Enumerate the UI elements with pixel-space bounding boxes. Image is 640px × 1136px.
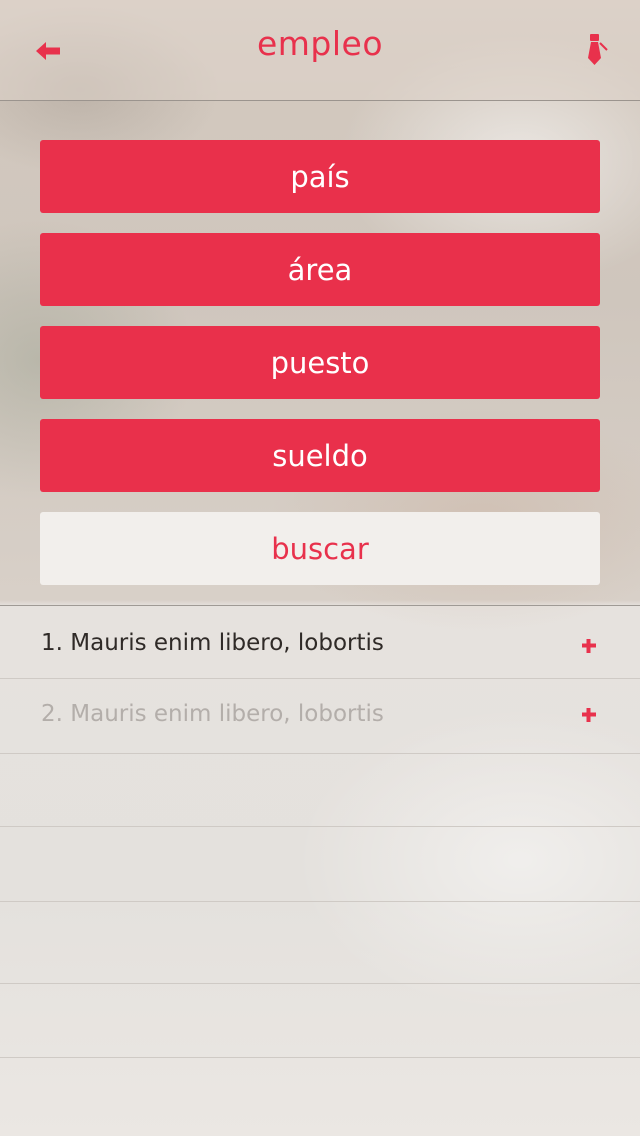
result-text: 1. Mauris enim libero, lobortis — [41, 630, 384, 656]
country-filter-button[interactable]: país — [40, 140, 600, 213]
empty-row — [0, 984, 640, 1058]
arrow-left-icon — [36, 42, 60, 60]
plus-icon[interactable] — [578, 704, 600, 726]
salary-filter-button[interactable]: sueldo — [40, 419, 600, 492]
empty-row — [0, 902, 640, 984]
back-button[interactable] — [30, 34, 66, 68]
plus-icon[interactable] — [578, 635, 600, 657]
result-row-2[interactable]: 2. Mauris enim libero, lobortis — [0, 679, 640, 754]
necktie-icon — [588, 34, 608, 65]
empty-row — [0, 827, 640, 902]
page-title: empleo — [256, 24, 384, 63]
position-filter-button[interactable]: puesto — [40, 326, 600, 399]
search-button[interactable]: buscar — [40, 512, 600, 585]
result-text: 2. Mauris enim libero, lobortis — [41, 701, 384, 727]
result-row-1[interactable]: 1. Mauris enim libero, lobortis — [0, 606, 640, 679]
area-filter-button[interactable]: área — [40, 233, 600, 306]
empty-row — [0, 754, 640, 827]
nav-bar: empleo — [0, 0, 640, 101]
profile-button[interactable] — [580, 30, 614, 70]
